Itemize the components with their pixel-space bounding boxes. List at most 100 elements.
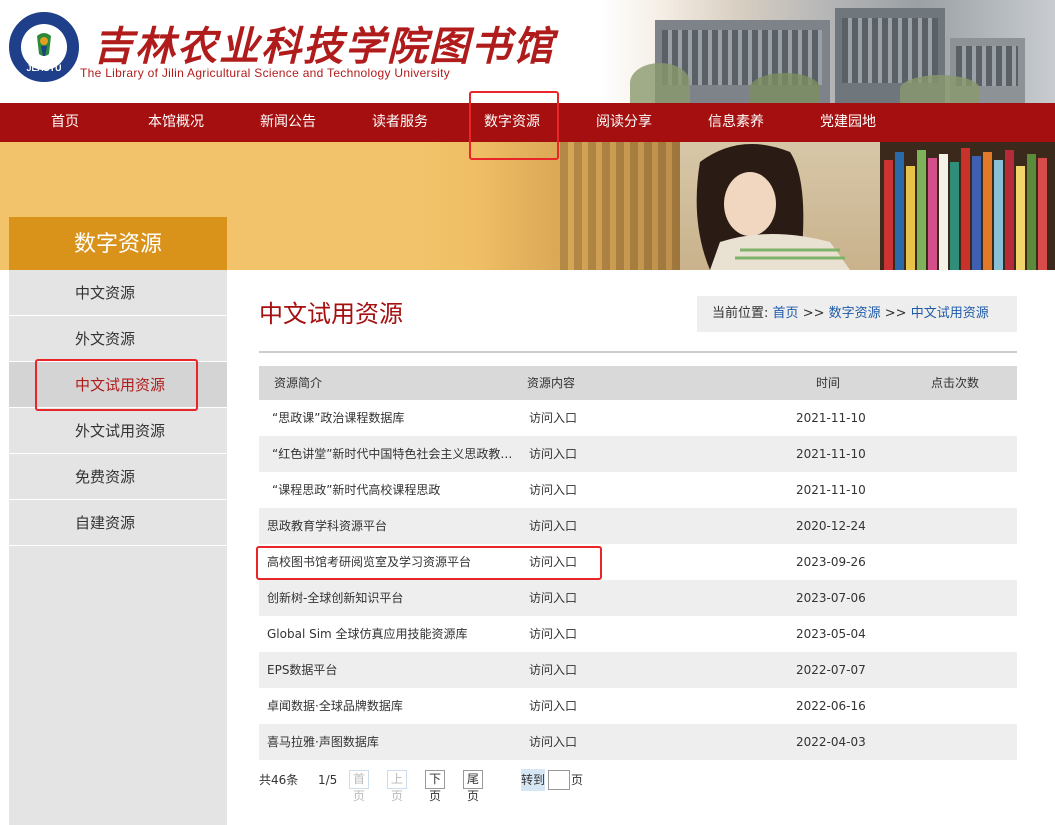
book [939,154,948,270]
total-count: 共46条 [259,773,299,787]
goto-button[interactable]: 转到 [521,769,546,791]
book [983,152,992,270]
book [1005,150,1014,270]
book [972,156,981,270]
table-row: “红色讲堂”新时代中国特色社会主义思政教… 访问入口 2021-11-10 [259,436,1017,472]
resource-name-link[interactable]: 喜马拉雅·声图数据库 [267,724,524,760]
main-nav: 首页 本馆概况 新闻公告 读者服务 数字资源 阅读分享 信息素养 党建园地 [0,103,1055,142]
table-row: 卓闻数据·全球品牌数据库 访问入口 2022-06-16 [259,688,1017,724]
column-header-time: 时间 [816,376,841,390]
resource-date: 2022-04-03 [796,735,866,749]
access-entry-link[interactable]: 访问入口 [529,652,577,688]
resource-name-link[interactable]: 思政教育学科资源平台 [267,508,524,544]
resource-name-link[interactable]: 卓闻数据·全球品牌数据库 [267,688,524,724]
resource-date: 2021-11-10 [796,447,866,461]
sidebar-item-self-built-resources[interactable]: 自建资源 [9,500,227,546]
resource-date: 2023-09-26 [796,555,866,569]
access-entry-link[interactable]: 访问入口 [529,508,577,544]
title-divider [259,351,1017,353]
book [961,148,970,270]
resource-name-link[interactable]: “思政课”政治课程数据库 [272,400,524,436]
book [884,160,893,270]
sidebar-item-chinese-resources[interactable]: 中文资源 [9,270,227,316]
column-header-intro: 资源简介 [274,376,323,390]
access-entry-link[interactable]: 访问入口 [529,688,577,724]
book [906,166,915,270]
site-header: JLASTU 吉林农业科技学院图书馆 The Library of Jilin … [0,0,1055,103]
goto-page-input[interactable] [548,770,570,790]
breadcrumb-current-link[interactable]: 中文试用资源 [911,306,989,321]
breadcrumb-separator: >> [884,306,907,321]
book [1038,158,1047,270]
page-title: 中文试用资源 [259,300,403,328]
next-page-button[interactable]: 下页 [425,770,446,803]
table-row: “思政课”政治课程数据库 访问入口 2021-11-10 [259,400,1017,436]
resource-date: 2022-07-07 [796,663,866,677]
bookshelf-right [880,142,1055,270]
nav-item-news[interactable]: 新闻公告 [252,103,324,142]
last-page-button[interactable]: 尾页 [463,770,484,803]
access-entry-link[interactable]: 访问入口 [529,400,577,436]
resource-name-link[interactable]: “红色讲堂”新时代中国特色社会主义思政教… [272,436,524,472]
logo-mark-icon [37,33,51,56]
sidebar-item-foreign-trial-resources[interactable]: 外文试用资源 [9,408,227,454]
access-entry-link[interactable]: 访问入口 [529,472,577,508]
access-entry-link[interactable]: 访问入口 [529,724,577,760]
access-entry-link[interactable]: 访问入口 [529,580,577,616]
resource-name-link[interactable]: EPS数据平台 [267,652,524,688]
resource-name-link[interactable]: “课程思政”新时代高校课程思政 [272,472,524,508]
library-title-cn: 吉林农业科技学院图书馆 [93,23,555,70]
building-windows [842,18,938,83]
table-row: 喜马拉雅·声图数据库 访问入口 2022-04-03 [259,724,1017,760]
campus-building-photo [600,0,1055,103]
breadcrumb-prefix: 当前位置: [712,306,769,321]
sidebar-title: 数字资源 [9,217,227,270]
access-entry-link[interactable]: 访问入口 [529,544,577,580]
nav-item-about[interactable]: 本馆概况 [140,103,212,142]
table-row: 高校图书馆考研阅览室及学习资源平台 访问入口 2023-09-26 [259,544,1017,580]
resource-date: 2023-07-06 [796,591,866,605]
resource-date: 2022-06-16 [796,699,866,713]
resource-name-link[interactable]: 创新树-全球创新知识平台 [267,580,524,616]
access-entry-link[interactable]: 访问入口 [529,436,577,472]
resource-date: 2020-12-24 [796,519,866,533]
table-row: Global Sim 全球仿真应用技能资源库 访问入口 2023-05-04 [259,616,1017,652]
reader-photo [680,142,880,270]
first-page-button[interactable]: 首页 [349,770,370,803]
resource-name-link[interactable]: Global Sim 全球仿真应用技能资源库 [267,616,524,652]
logo-text: JLASTU [26,63,62,73]
prev-page-button[interactable]: 上页 [387,770,408,803]
bookshelf-blurred [560,142,680,270]
resource-name-link[interactable]: 高校图书馆考研阅览室及学习资源平台 [267,544,524,580]
nav-item-digital-resources[interactable]: 数字资源 [476,103,548,142]
resource-date: 2021-11-10 [796,483,866,497]
sidebar: 数字资源 中文资源 外文资源 中文试用资源 外文试用资源 免费资源 自建资源 [9,217,227,825]
university-logo[interactable]: JLASTU [9,12,79,82]
table-header: 资源简介 资源内容 时间 点击次数 [259,366,1017,400]
breadcrumb-digital-resources-link[interactable]: 数字资源 [829,306,881,321]
nav-item-reader-services[interactable]: 读者服务 [364,103,436,142]
column-header-content: 资源内容 [527,376,576,390]
library-title-en: The Library of Jilin Agricultural Scienc… [80,66,451,80]
book [1016,166,1025,270]
sidebar-item-chinese-trial-resources[interactable]: 中文试用资源 [9,362,227,408]
page-indicator: 1/5 [318,773,338,787]
breadcrumb-separator: >> [802,306,825,321]
access-entry-link[interactable]: 访问入口 [529,616,577,652]
book [895,152,904,270]
reader-girl-icon [696,144,850,270]
breadcrumb-home-link[interactable]: 首页 [773,306,799,321]
page-unit-label: 页 [571,773,584,787]
tree [630,63,690,103]
nav-item-home[interactable]: 首页 [40,103,90,142]
nav-item-party-building[interactable]: 党建园地 [812,103,884,142]
sidebar-item-foreign-resources[interactable]: 外文资源 [9,316,227,362]
sidebar-item-free-resources[interactable]: 免费资源 [9,454,227,500]
book [950,162,959,270]
resource-date: 2021-11-10 [796,411,866,425]
book [994,160,1003,270]
nav-item-reading-share[interactable]: 阅读分享 [588,103,660,142]
nav-item-info-literacy[interactable]: 信息素养 [700,103,772,142]
breadcrumb: 当前位置: 首页 >> 数字资源 >> 中文试用资源 [697,296,1017,332]
book [928,158,937,270]
